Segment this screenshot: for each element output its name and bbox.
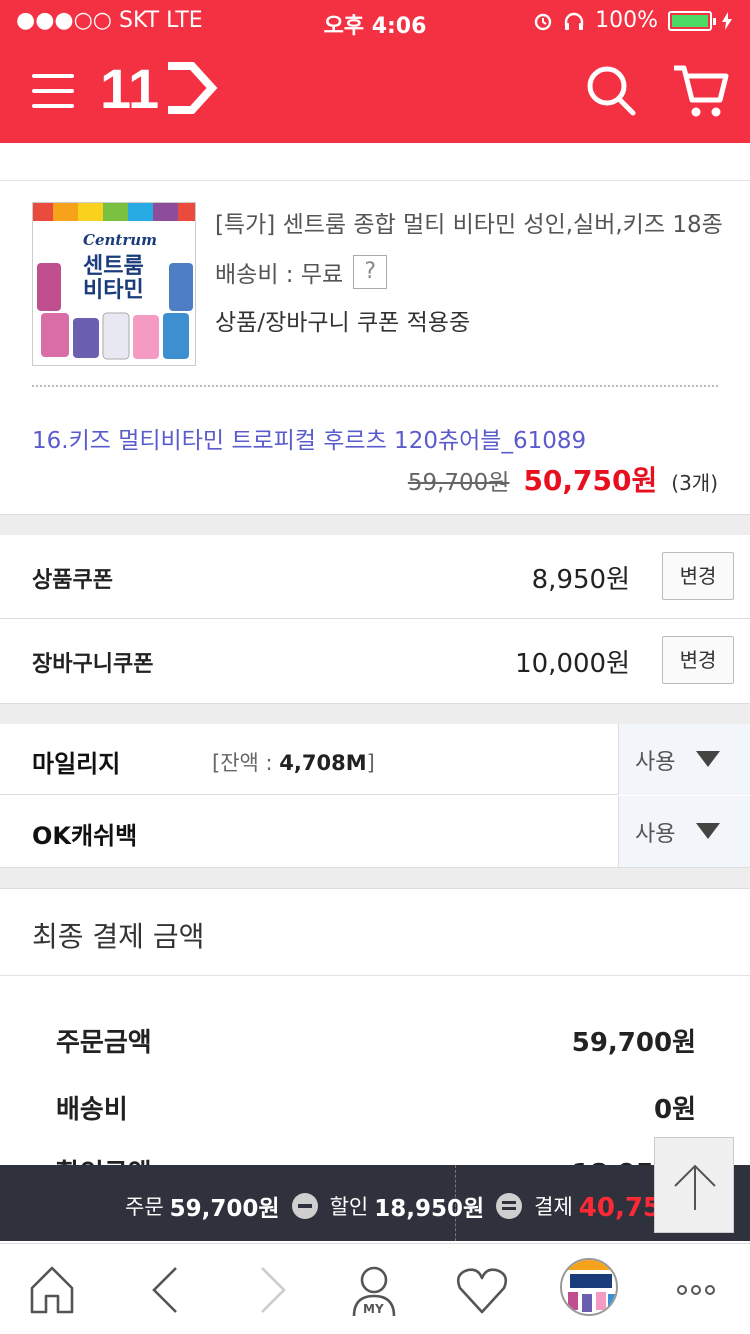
balance-value: 4,708M	[279, 751, 367, 775]
payment-summary-bar: 주문 59,700원 할인 18,950원 결제 40,750원	[0, 1165, 750, 1241]
status-right: 100%	[533, 8, 732, 33]
balance-prefix: [잔액 :	[212, 751, 280, 775]
recent-product-image	[562, 1260, 616, 1312]
okcashbag-label: OK캐쉬백	[32, 822, 138, 850]
search-icon[interactable]	[585, 62, 637, 118]
cart-coupon-amount: 10,000원	[515, 649, 630, 679]
product-option: 16.키즈 멀티비타민 트로피컬 후르츠 120츄어블_61089	[32, 428, 587, 454]
product-thumbnail[interactable]: Centrum 센트룸 비타민	[32, 202, 196, 366]
change-cart-coupon-button[interactable]: 변경	[662, 636, 734, 684]
shipping-info: 배송비 : 무료 ?	[215, 255, 388, 289]
mileage-label: 마일리지	[32, 750, 121, 778]
order-label: 주문	[125, 1194, 164, 1219]
back-icon[interactable]	[140, 1260, 200, 1320]
section-gap	[0, 867, 750, 889]
original-price: 59,700원	[407, 470, 510, 496]
home-icon[interactable]	[22, 1260, 82, 1320]
top-bar: ●●●○○ SKT LTE 오후 4:06 100% 11	[0, 0, 750, 143]
headphones-icon	[564, 12, 584, 30]
shipping-label: 배송비 : 무료	[215, 262, 344, 288]
product-coupon-label: 상품쿠폰	[32, 568, 113, 593]
okcashbag-use-select[interactable]: 사용	[618, 796, 750, 867]
shipping-fee-label: 배송비	[56, 1095, 128, 1125]
more-icon[interactable]	[666, 1260, 726, 1320]
mileage-balance: [잔액 : 4,708M]	[212, 747, 375, 777]
forward-icon[interactable]	[240, 1260, 300, 1320]
minus-icon	[291, 1192, 318, 1219]
order-amount-row: 주문금액 59,700원	[56, 1022, 696, 1059]
product-image-line2: 비타민	[83, 278, 144, 303]
dotted-divider	[32, 385, 718, 387]
divider	[0, 975, 750, 976]
app-header: 11	[0, 40, 750, 143]
battery-percent: 100%	[595, 8, 658, 33]
mileage-use-select[interactable]: 사용	[618, 724, 750, 795]
product-card: Centrum 센트룸 비타민 [특가] 센트룸 종합 멀티 비타민 성인,실버…	[0, 180, 750, 515]
cart-coupon-row: 장바구니쿠폰 10,000원 변경	[0, 619, 750, 703]
dropdown-arrow-icon	[696, 823, 720, 839]
final-amount-title: 최종 결제 금액	[32, 920, 205, 953]
discount-label: 할인	[329, 1194, 369, 1219]
cart-coupon-label: 장바구니쿠폰	[32, 652, 154, 677]
shipping-fee-value: 0원	[653, 1095, 696, 1125]
cart-icon[interactable]	[670, 62, 730, 120]
pay-label: 결제	[534, 1194, 573, 1219]
bottom-tab-bar: MY	[0, 1243, 750, 1334]
product-coupon-row: 상품쿠폰 8,950원 변경	[0, 535, 750, 619]
alarm-icon	[534, 13, 552, 30]
heart-icon[interactable]	[452, 1260, 512, 1320]
discount-value: 18,950원	[374, 1195, 485, 1222]
order-amount-value: 59,700원	[571, 1028, 696, 1058]
scroll-to-top-button[interactable]	[654, 1137, 734, 1233]
recent-product-thumbnail[interactable]	[560, 1258, 618, 1316]
logo-text: 11	[100, 58, 159, 118]
section-gap	[0, 514, 750, 536]
price-row: 59,700원 50,750원 (3개)	[408, 459, 718, 499]
product-coupon-amount: 8,950원	[531, 565, 630, 595]
status-bar: ●●●○○ SKT LTE 오후 4:06 100%	[0, 0, 750, 40]
payment-summary: 주문 59,700원 할인 18,950원 결제 40,750원	[125, 1187, 703, 1224]
order-amount-label: 주문금액	[56, 1028, 152, 1058]
mileage-use-label: 사용	[635, 750, 676, 775]
order-value: 59,700원	[169, 1195, 280, 1222]
my-label: MY	[363, 1302, 384, 1316]
shipping-fee-row: 배송비 0원	[56, 1089, 696, 1126]
battery-icon	[668, 10, 716, 31]
help-icon[interactable]: ?	[353, 255, 388, 289]
coupon-status: 상품/장바구니 쿠폰 적용중	[215, 310, 471, 336]
product-brand: Centrum	[83, 231, 157, 249]
11st-logo[interactable]: 11	[100, 58, 220, 118]
charging-icon	[722, 11, 732, 30]
okcashbag-row: OK캐쉬백 사용	[0, 796, 750, 867]
balance-suffix: ]	[366, 751, 375, 775]
change-product-coupon-button[interactable]: 변경	[662, 552, 734, 600]
my-page-tab[interactable]: MY	[344, 1260, 404, 1320]
sale-price: 50,750원	[523, 464, 658, 497]
product-name[interactable]: [특가] 센트룸 종합 멀티 비타민 성인,실버,키즈 18종	[215, 205, 723, 239]
section-gap	[0, 703, 750, 725]
arrow-up-icon	[674, 1164, 716, 1210]
product-image-line1: 센트룸	[83, 254, 144, 279]
menu-icon[interactable]	[32, 74, 74, 108]
equals-icon	[496, 1192, 523, 1219]
quantity: (3개)	[671, 471, 718, 495]
dropdown-arrow-icon	[696, 751, 720, 767]
product-image: Centrum 센트룸 비타민	[33, 203, 195, 360]
mileage-row: 마일리지 [잔액 : 4,708M] 사용	[0, 724, 750, 795]
okcashbag-use-label: 사용	[635, 822, 676, 847]
